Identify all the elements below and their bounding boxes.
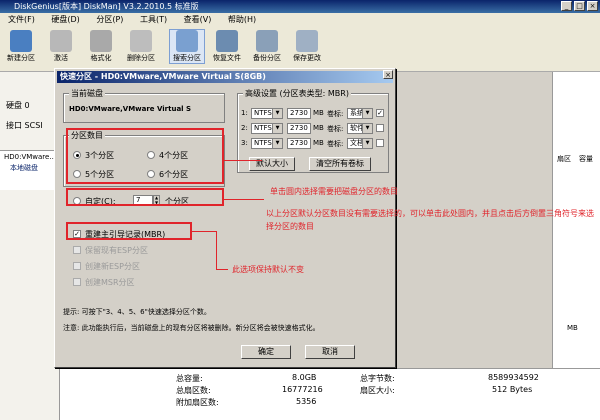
annotation-box-mbr <box>66 222 192 240</box>
ok-button[interactable]: 确定 <box>241 345 291 359</box>
save-changes-icon <box>296 30 318 52</box>
status-total-bytes-label: 总字节数: <box>360 374 395 383</box>
search-partition-icon <box>176 30 198 52</box>
row3-size-input[interactable]: 2730 <box>287 138 311 149</box>
create-esp-checkbox[interactable] <box>73 262 81 270</box>
annotation-line-3a <box>192 231 216 232</box>
annotation-line-3c <box>216 269 228 270</box>
status-total-capacity-label: 总容量: <box>176 374 203 383</box>
window-titlebar: DiskGenius[版本] DiskMan] V3.2.2010.5 标准版 … <box>0 0 600 13</box>
annotation-text-1: 单击圆内选择需要把磁盘分区的数目 <box>270 187 398 196</box>
toolbar: 新建分区 激活 格式化 删除分区 搜索分区 恢复文件 备份分区 保存更改 <box>0 27 600 72</box>
row2-volume-select[interactable]: 软件 <box>347 123 373 134</box>
row1-number: 1: <box>241 109 248 117</box>
annotation-box-custom <box>66 188 224 206</box>
current-disk-legend: 当前磁盘 <box>69 88 105 99</box>
toolbar-backup-partition[interactable]: 备份分区 <box>250 30 284 63</box>
row2-unit: MB <box>313 124 324 132</box>
annotation-line-3b <box>216 231 217 269</box>
status-sector-size-value: 512 Bytes <box>492 385 533 394</box>
window-title: DiskGenius[版本] DiskMan] V3.2.2010.5 标准版 <box>14 2 199 11</box>
toolbar-activate[interactable]: 激活 <box>44 30 78 63</box>
row3-volume-label: 卷标: <box>327 140 344 148</box>
tree-item-disk[interactable]: HD0:VMware... <box>4 153 56 161</box>
col-capacity: 容量 <box>579 155 593 163</box>
menu-tools[interactable]: 工具(T) <box>140 15 167 24</box>
dialog-close-button[interactable]: × <box>383 70 393 79</box>
left-panel: 硬盘 0 接口 SCSI <box>0 72 60 420</box>
disk-status-panel: 总容量: 8.0GB 总字节数: 8589934592 总扇区数: 167772… <box>60 368 600 420</box>
toolbar-new-partition[interactable]: 新建分区 <box>4 30 38 63</box>
annotation-text-3: 此选项保持默认不变 <box>232 265 304 274</box>
dialog-titlebar: 快速分区 - HD0:VMware,VMware Virtual S(8GB) <box>57 71 393 83</box>
row1-size-input[interactable]: 2730 <box>287 108 311 119</box>
row3-number: 3: <box>241 139 248 147</box>
create-msr-label: 创建MSR分区 <box>85 278 135 287</box>
disk-tree: HD0:VMware... 本地磁盘 <box>0 150 60 190</box>
create-msr-checkbox[interactable] <box>73 278 81 286</box>
annotation-line-2 <box>224 199 264 200</box>
new-partition-icon <box>10 30 32 52</box>
clear-labels-button[interactable]: 清空所有卷标 <box>309 157 371 171</box>
menu-disk[interactable]: 硬盘(D) <box>51 15 79 24</box>
cancel-button[interactable]: 取消 <box>305 345 355 359</box>
row2-filesystem-select[interactable]: NTFS <box>251 123 283 134</box>
row2-primary-checkbox[interactable] <box>376 124 384 132</box>
toolbar-recover-files[interactable]: 恢复文件 <box>210 30 244 63</box>
row3-unit: MB <box>313 139 324 147</box>
maximize-button[interactable]: □ <box>574 1 585 11</box>
keep-esp-label: 保留现有ESP分区 <box>85 246 148 255</box>
toolbar-search-partition[interactable]: 搜索分区 <box>169 29 205 64</box>
row1-volume-select[interactable]: 系统 <box>347 108 373 119</box>
format-icon <box>90 30 112 52</box>
current-disk-value: HD0:VMware,VMware Virtual S <box>69 105 192 113</box>
toolbar-delete-partition[interactable]: 删除分区 <box>124 30 158 63</box>
col-sector: 扇区 <box>557 155 571 163</box>
menu-file[interactable]: 文件(F) <box>8 15 35 24</box>
advanced-settings-legend: 高级设置 (分区表类型: MBR) <box>243 88 351 99</box>
row2-size-input[interactable]: 2730 <box>287 123 311 134</box>
close-window-button[interactable]: × <box>587 1 598 11</box>
port-label: 接口 SCSI <box>6 121 43 130</box>
row1-unit: MB <box>313 109 324 117</box>
annotation-line-1 <box>224 160 262 161</box>
hint-text: 提示: 可按下"3、4、5、6"快速选择分区个数。 <box>63 308 211 316</box>
warning-text: 注意: 此功能执行后，当前磁盘上的现有分区将被删除。新分区将会被快速格式化。 <box>63 324 320 332</box>
menu-bar: 文件(F) 硬盘(D) 分区(P) 工具(T) 查看(V) 帮助(H) <box>0 13 600 27</box>
status-total-sectors-value: 16777216 <box>282 385 323 394</box>
status-extra-sectors-label: 附加扇区数: <box>176 398 219 407</box>
keep-esp-checkbox[interactable] <box>73 246 81 254</box>
activate-icon <box>50 30 72 52</box>
recover-files-icon <box>216 30 238 52</box>
annotation-box-partition-count <box>66 128 224 184</box>
dialog-title: 快速分区 - HD0:VMware,VMware Virtual S(8GB) <box>60 72 266 81</box>
create-esp-label: 创建新ESP分区 <box>85 262 140 271</box>
row3-volume-select[interactable]: 文档 <box>347 138 373 149</box>
status-total-bytes-value: 8589934592 <box>488 373 539 382</box>
status-total-sectors-label: 总扇区数: <box>176 386 211 395</box>
row2-number: 2: <box>241 124 248 132</box>
delete-partition-icon <box>130 30 152 52</box>
menu-help[interactable]: 帮助(H) <box>228 15 256 24</box>
backup-partition-icon <box>256 30 278 52</box>
status-extra-sectors-value: 5356 <box>296 397 317 406</box>
toolbar-save-changes[interactable]: 保存更改 <box>290 30 324 63</box>
annotation-text-2: 以上分区默认分区数目没有需要选择的，可以单击此处圆内，并且点击后方倒置三角符号来… <box>266 209 594 231</box>
row2-volume-label: 卷标: <box>327 125 344 133</box>
status-sector-size-label: 扇区大小: <box>360 386 395 395</box>
toolbar-format[interactable]: 格式化 <box>84 30 118 63</box>
row3-primary-checkbox[interactable] <box>376 139 384 147</box>
menu-partition[interactable]: 分区(P) <box>96 15 123 24</box>
tree-item-volume[interactable]: 本地磁盘 <box>10 163 38 173</box>
minimize-button[interactable]: _ <box>561 1 572 11</box>
status-total-capacity-value: 8.0GB <box>292 373 317 382</box>
row1-primary-checkbox[interactable]: ✓ <box>376 109 384 117</box>
mb-label: MB <box>567 324 578 332</box>
disk-label: 硬盘 0 <box>6 101 30 110</box>
menu-view[interactable]: 查看(V) <box>184 15 212 24</box>
row1-filesystem-select[interactable]: NTFS <box>251 108 283 119</box>
row3-filesystem-select[interactable]: NTFS <box>251 138 283 149</box>
row1-volume-label: 卷标: <box>327 110 344 118</box>
